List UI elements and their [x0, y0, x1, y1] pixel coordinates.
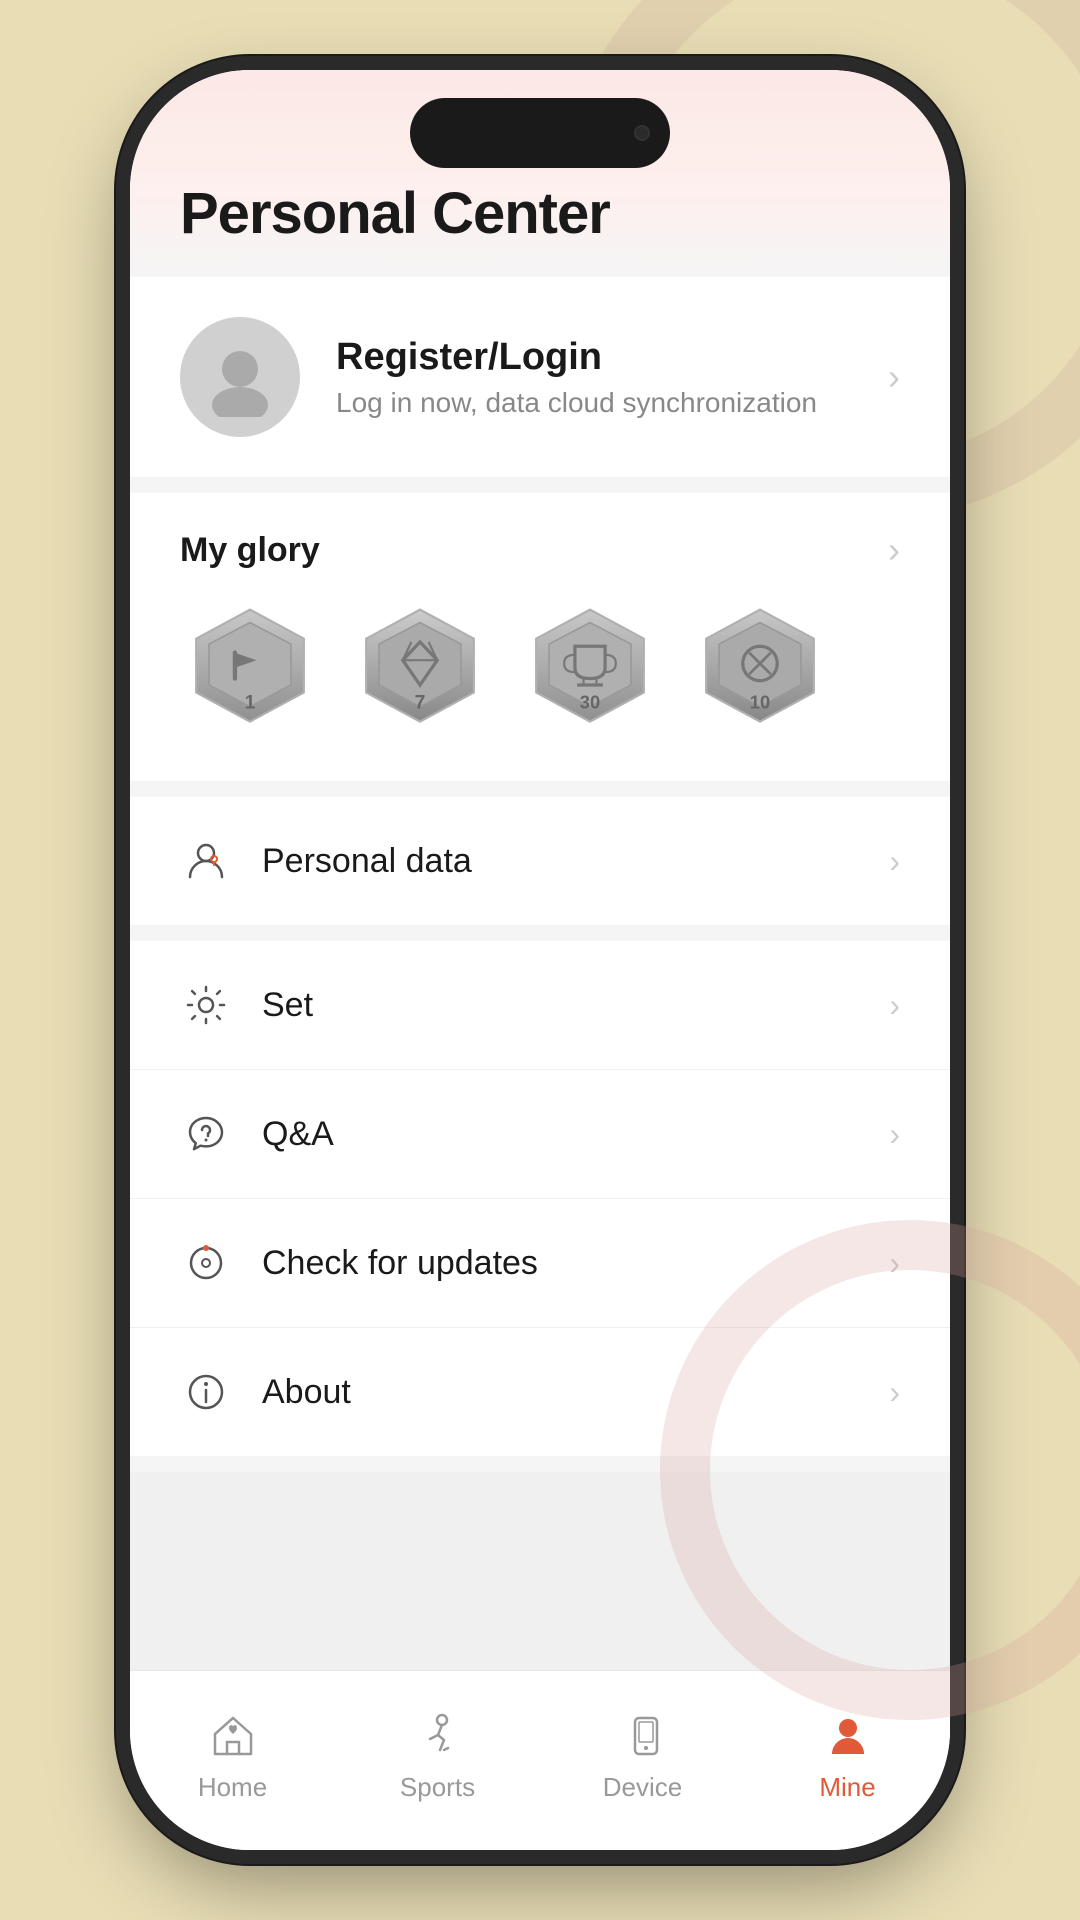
profile-section[interactable]: Register/Login Log in now, data cloud sy…	[130, 277, 950, 477]
qa-chevron-icon: ›	[889, 1116, 900, 1153]
about-icon	[180, 1366, 232, 1418]
check-updates-chevron-icon: ›	[889, 1245, 900, 1282]
phone-frame: Personal Center Register/Login Log in no…	[130, 70, 950, 1850]
sports-tab-icon	[410, 1708, 466, 1764]
tab-sports[interactable]: Sports	[335, 1691, 540, 1820]
menu-item-personal-data[interactable]: Personal data ›	[130, 797, 950, 925]
page-title: Personal Center	[180, 180, 900, 247]
about-label: About	[262, 1373, 859, 1412]
dynamic-island	[410, 98, 670, 168]
check-updates-label: Check for updates	[262, 1244, 859, 1283]
about-chevron-icon: ›	[889, 1374, 900, 1411]
qa-icon	[180, 1108, 232, 1160]
svg-text:1: 1	[245, 692, 256, 714]
check-updates-icon	[180, 1237, 232, 1289]
profile-chevron-icon: ›	[888, 356, 900, 398]
svg-text:30: 30	[580, 692, 600, 713]
home-tab-icon	[205, 1708, 261, 1764]
bottom-spacer	[130, 1472, 950, 1670]
glory-chevron-icon: ›	[888, 529, 900, 571]
qa-label: Q&A	[262, 1115, 859, 1154]
badge-2: 7	[350, 601, 490, 741]
device-tab-icon	[615, 1708, 671, 1764]
mine-tab-icon	[820, 1708, 876, 1764]
set-chevron-icon: ›	[889, 987, 900, 1024]
content: Register/Login Log in now, data cloud sy…	[130, 277, 950, 1670]
menu-item-about[interactable]: About ›	[130, 1328, 950, 1456]
glory-header[interactable]: My glory ›	[180, 529, 900, 571]
glory-section: My glory ›	[130, 493, 950, 781]
menu-item-set[interactable]: Set ›	[130, 941, 950, 1070]
profile-subtitle: Log in now, data cloud synchronization	[336, 387, 852, 419]
set-icon	[180, 979, 232, 1031]
avatar	[180, 317, 300, 437]
menu-section-main: Set › Q&A ›	[130, 941, 950, 1456]
tab-bar: Home Sports	[130, 1670, 950, 1850]
menu-item-qa[interactable]: Q&A ›	[130, 1070, 950, 1199]
set-label: Set	[262, 986, 859, 1025]
tab-mine[interactable]: Mine	[745, 1691, 950, 1820]
glory-title: My glory	[180, 531, 320, 570]
sports-tab-label: Sports	[400, 1772, 475, 1803]
mine-tab-label: Mine	[819, 1772, 875, 1803]
device-tab-label: Device	[603, 1772, 682, 1803]
svg-text:10: 10	[750, 692, 770, 713]
personal-data-label: Personal data	[262, 842, 859, 881]
home-tab-label: Home	[198, 1772, 267, 1803]
personal-data-chevron-icon: ›	[889, 843, 900, 880]
camera-dot	[634, 125, 650, 141]
badges-row: 1	[180, 601, 900, 741]
badge-1: 1	[180, 601, 320, 741]
screen: Personal Center Register/Login Log in no…	[130, 70, 950, 1850]
badge-3: 30	[520, 601, 660, 741]
profile-name: Register/Login	[336, 336, 852, 379]
profile-info: Register/Login Log in now, data cloud sy…	[336, 336, 852, 419]
menu-section-personal: Personal data ›	[130, 797, 950, 925]
personal-data-icon	[180, 835, 232, 887]
badge-4: 10	[690, 601, 830, 741]
tab-home[interactable]: Home	[130, 1691, 335, 1820]
menu-item-check-updates[interactable]: Check for updates ›	[130, 1199, 950, 1328]
svg-text:7: 7	[415, 692, 426, 714]
tab-device[interactable]: Device	[540, 1691, 745, 1820]
